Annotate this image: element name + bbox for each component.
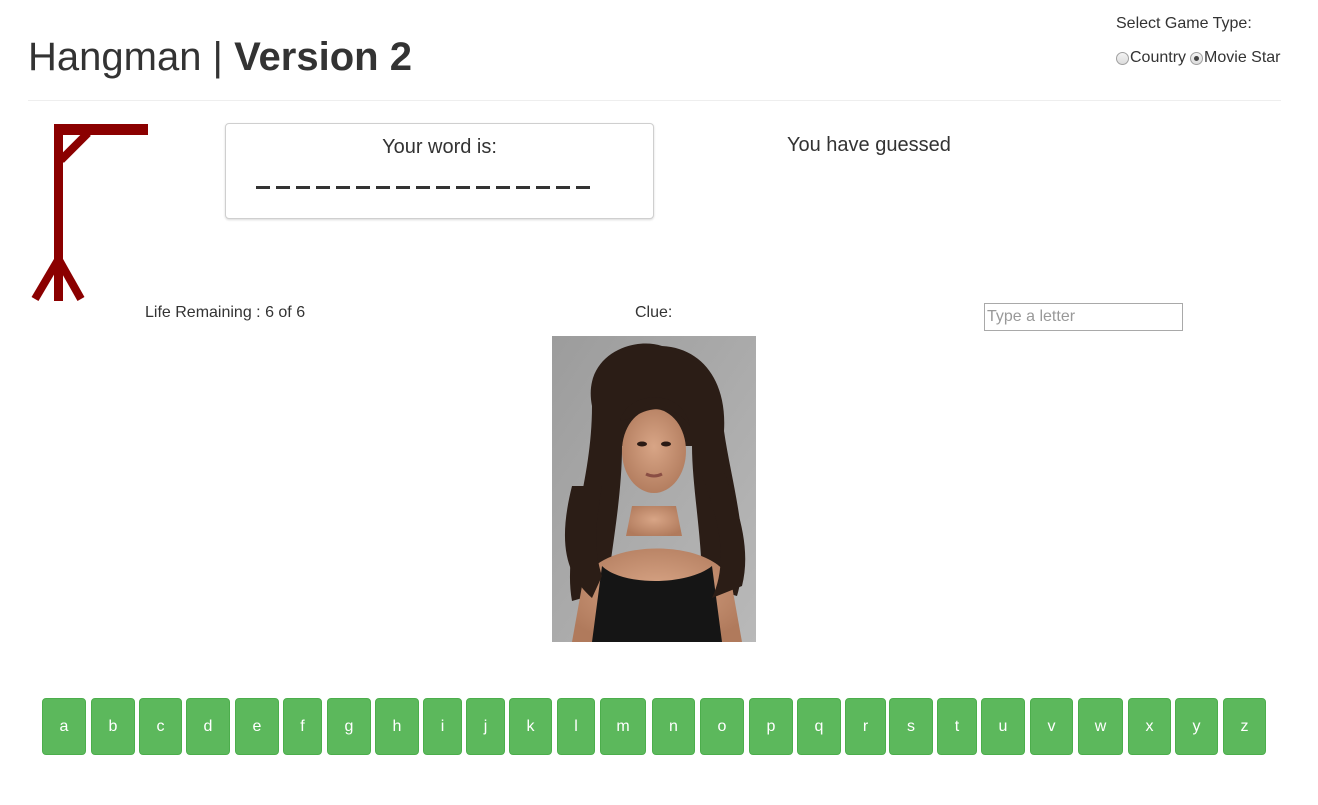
letter-blank [456, 186, 470, 189]
game-type-options: Country Movie Star [1116, 49, 1285, 67]
letter-key-s[interactable]: s [889, 698, 933, 755]
letter-blank [576, 186, 590, 189]
letter-blank [276, 186, 290, 189]
letter-key-n[interactable]: n [652, 698, 695, 755]
letter-keyboard: abcdefghijklmnopqrstuvwxyz [0, 698, 1318, 755]
letter-blank [556, 186, 570, 189]
word-panel: Your word is: [225, 123, 654, 219]
game-type-label: Select Game Type: [1116, 15, 1252, 32]
guessed-label: You have guessed [787, 134, 951, 156]
letter-key-j[interactable]: j [466, 698, 505, 755]
word-blanks [256, 186, 590, 189]
letter-key-y[interactable]: y [1175, 698, 1218, 755]
letter-key-b[interactable]: b [91, 698, 135, 755]
title-version: Version 2 [234, 35, 412, 79]
letter-key-x[interactable]: x [1128, 698, 1171, 755]
word-label: Your word is: [382, 136, 497, 158]
letter-blank [356, 186, 370, 189]
title-prefix: Hangman | [28, 35, 235, 79]
gallows-brace [58, 130, 91, 163]
country-radio[interactable] [1116, 51, 1129, 65]
letter-key-k[interactable]: k [509, 698, 552, 755]
letter-key-o[interactable]: o [700, 698, 744, 755]
letter-blank [496, 186, 510, 189]
country-radio-label[interactable]: Country [1130, 49, 1186, 67]
page-title: Hangman | Version 2 [28, 34, 412, 80]
letter-key-v[interactable]: v [1030, 698, 1073, 755]
letter-key-g[interactable]: g [327, 698, 371, 755]
letter-key-i[interactable]: i [423, 698, 462, 755]
letter-blank [256, 186, 270, 189]
letter-blank [436, 186, 450, 189]
letter-blank [396, 186, 410, 189]
letter-key-e[interactable]: e [235, 698, 279, 755]
letter-key-w[interactable]: w [1078, 698, 1123, 755]
letter-key-q[interactable]: q [797, 698, 841, 755]
letter-key-f[interactable]: f [283, 698, 322, 755]
letter-blank [316, 186, 330, 189]
movie-star-radio-label[interactable]: Movie Star [1204, 49, 1280, 67]
letter-key-c[interactable]: c [139, 698, 182, 755]
letter-input[interactable] [984, 303, 1183, 331]
letter-key-m[interactable]: m [600, 698, 646, 755]
gallows-post [54, 124, 63, 301]
letter-key-u[interactable]: u [981, 698, 1025, 755]
clue-photo [552, 336, 756, 642]
letter-key-p[interactable]: p [749, 698, 793, 755]
letter-blank [476, 186, 490, 189]
clue-label: Clue: [635, 304, 673, 321]
header-divider [28, 100, 1281, 101]
letter-blank [416, 186, 430, 189]
letter-key-l[interactable]: l [557, 698, 595, 755]
letter-key-z[interactable]: z [1223, 698, 1266, 755]
gallows-drawing [31, 124, 148, 302]
letter-blank [536, 186, 550, 189]
life-remaining: Life Remaining : 6 of 6 [145, 304, 306, 321]
letter-key-h[interactable]: h [375, 698, 419, 755]
movie-star-radio[interactable] [1190, 51, 1204, 65]
letter-key-r[interactable]: r [845, 698, 886, 755]
letter-blank [376, 186, 390, 189]
letter-key-d[interactable]: d [186, 698, 230, 755]
letter-blank [516, 186, 530, 189]
letter-key-t[interactable]: t [937, 698, 977, 755]
game-type-selector: Select Game Type: Country Movie Star [1116, 14, 1285, 67]
gallows-beam [54, 124, 148, 135]
letter-key-a[interactable]: a [42, 698, 86, 755]
letter-blank [296, 186, 310, 189]
letter-blank [336, 186, 350, 189]
